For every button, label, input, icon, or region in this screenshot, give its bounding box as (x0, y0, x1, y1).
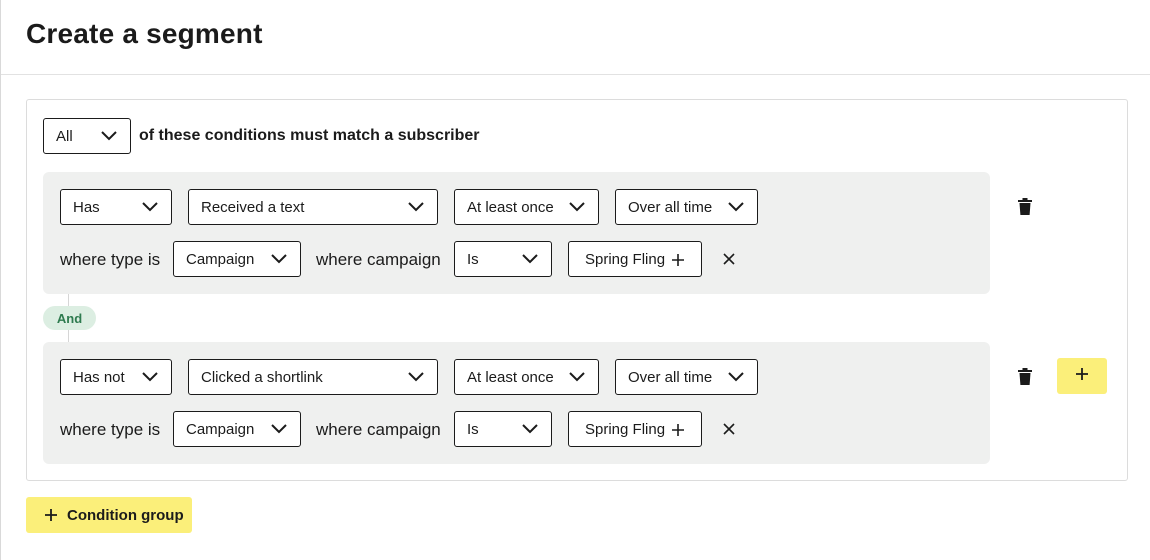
campaign-operator-value: Is (467, 420, 479, 438)
remove-filter-close-icon[interactable] (722, 422, 736, 436)
remove-filter-close-icon[interactable] (722, 252, 736, 266)
chevron-down-icon (100, 130, 118, 142)
chevron-down-icon (270, 423, 288, 435)
add-condition-button[interactable] (1057, 358, 1107, 394)
plus-icon (671, 253, 685, 267)
campaign-operator-select[interactable]: Is (454, 411, 552, 447)
chevron-down-icon (141, 371, 159, 383)
chevron-down-icon (141, 201, 159, 213)
plus-icon (1075, 367, 1089, 386)
presence-select[interactable]: Has not (60, 359, 172, 395)
chevron-down-icon (407, 201, 425, 213)
chevron-down-icon (727, 201, 745, 213)
delete-group-trash-icon[interactable] (1018, 368, 1032, 385)
connector-line (68, 330, 69, 342)
presence-value: Has (73, 198, 100, 216)
header-divider (1, 74, 1150, 75)
campaign-operator-select[interactable]: Is (454, 241, 552, 277)
add-condition-group-label: Condition group (67, 506, 184, 524)
add-condition-group-button[interactable]: Condition group (26, 497, 192, 533)
campaign-value: Spring Fling (585, 250, 666, 268)
type-label: where type is (60, 250, 161, 269)
event-select[interactable]: Received a text (188, 189, 438, 225)
chevron-down-icon (521, 423, 539, 435)
campaign-value-picker[interactable]: Spring Fling (568, 241, 702, 277)
timeframe-value: Over all time (628, 368, 713, 386)
chevron-down-icon (727, 371, 745, 383)
timeframe-select[interactable]: Over all time (615, 189, 758, 225)
frequency-select[interactable]: At least once (454, 189, 599, 225)
segment-conditions-panel: All of these conditions must match a sub… (26, 99, 1128, 481)
type-select[interactable]: Campaign (173, 411, 301, 447)
chevron-down-icon (568, 371, 586, 383)
type-label: where type is (60, 420, 161, 439)
match-description: of these conditions must match a subscri… (139, 127, 480, 144)
frequency-value: At least once (467, 198, 554, 216)
timeframe-value: Over all time (628, 198, 713, 216)
timeframe-select[interactable]: Over all time (615, 359, 758, 395)
chevron-down-icon (521, 253, 539, 265)
condition-group-1: Has Received a text At least once Over a… (43, 172, 990, 294)
match-quantifier-select[interactable]: All (43, 118, 131, 154)
type-select[interactable]: Campaign (173, 241, 301, 277)
event-value: Received a text (201, 198, 305, 216)
campaign-label: where campaign (316, 250, 441, 269)
type-value: Campaign (186, 420, 255, 438)
campaign-operator-value: Is (467, 250, 479, 268)
chevron-down-icon (407, 371, 425, 383)
campaign-label: where campaign (316, 420, 441, 439)
and-connector-badge: And (43, 306, 96, 330)
chevron-down-icon (568, 201, 586, 213)
campaign-value-picker[interactable]: Spring Fling (568, 411, 702, 447)
match-quantifier-value: All (56, 127, 73, 145)
chevron-down-icon (270, 253, 288, 265)
type-value: Campaign (186, 250, 255, 268)
presence-value: Has not (73, 368, 125, 386)
frequency-value: At least once (467, 368, 554, 386)
page-title: Create a segment (26, 18, 263, 49)
frequency-select[interactable]: At least once (454, 359, 599, 395)
connector-line (68, 294, 69, 306)
delete-group-trash-icon[interactable] (1018, 198, 1032, 215)
condition-group-2: Has not Clicked a shortlink At least onc… (43, 342, 990, 464)
plus-icon (44, 508, 58, 522)
plus-icon (671, 423, 685, 437)
presence-select[interactable]: Has (60, 189, 172, 225)
event-select[interactable]: Clicked a shortlink (188, 359, 438, 395)
campaign-value: Spring Fling (585, 420, 666, 438)
event-value: Clicked a shortlink (201, 368, 323, 386)
